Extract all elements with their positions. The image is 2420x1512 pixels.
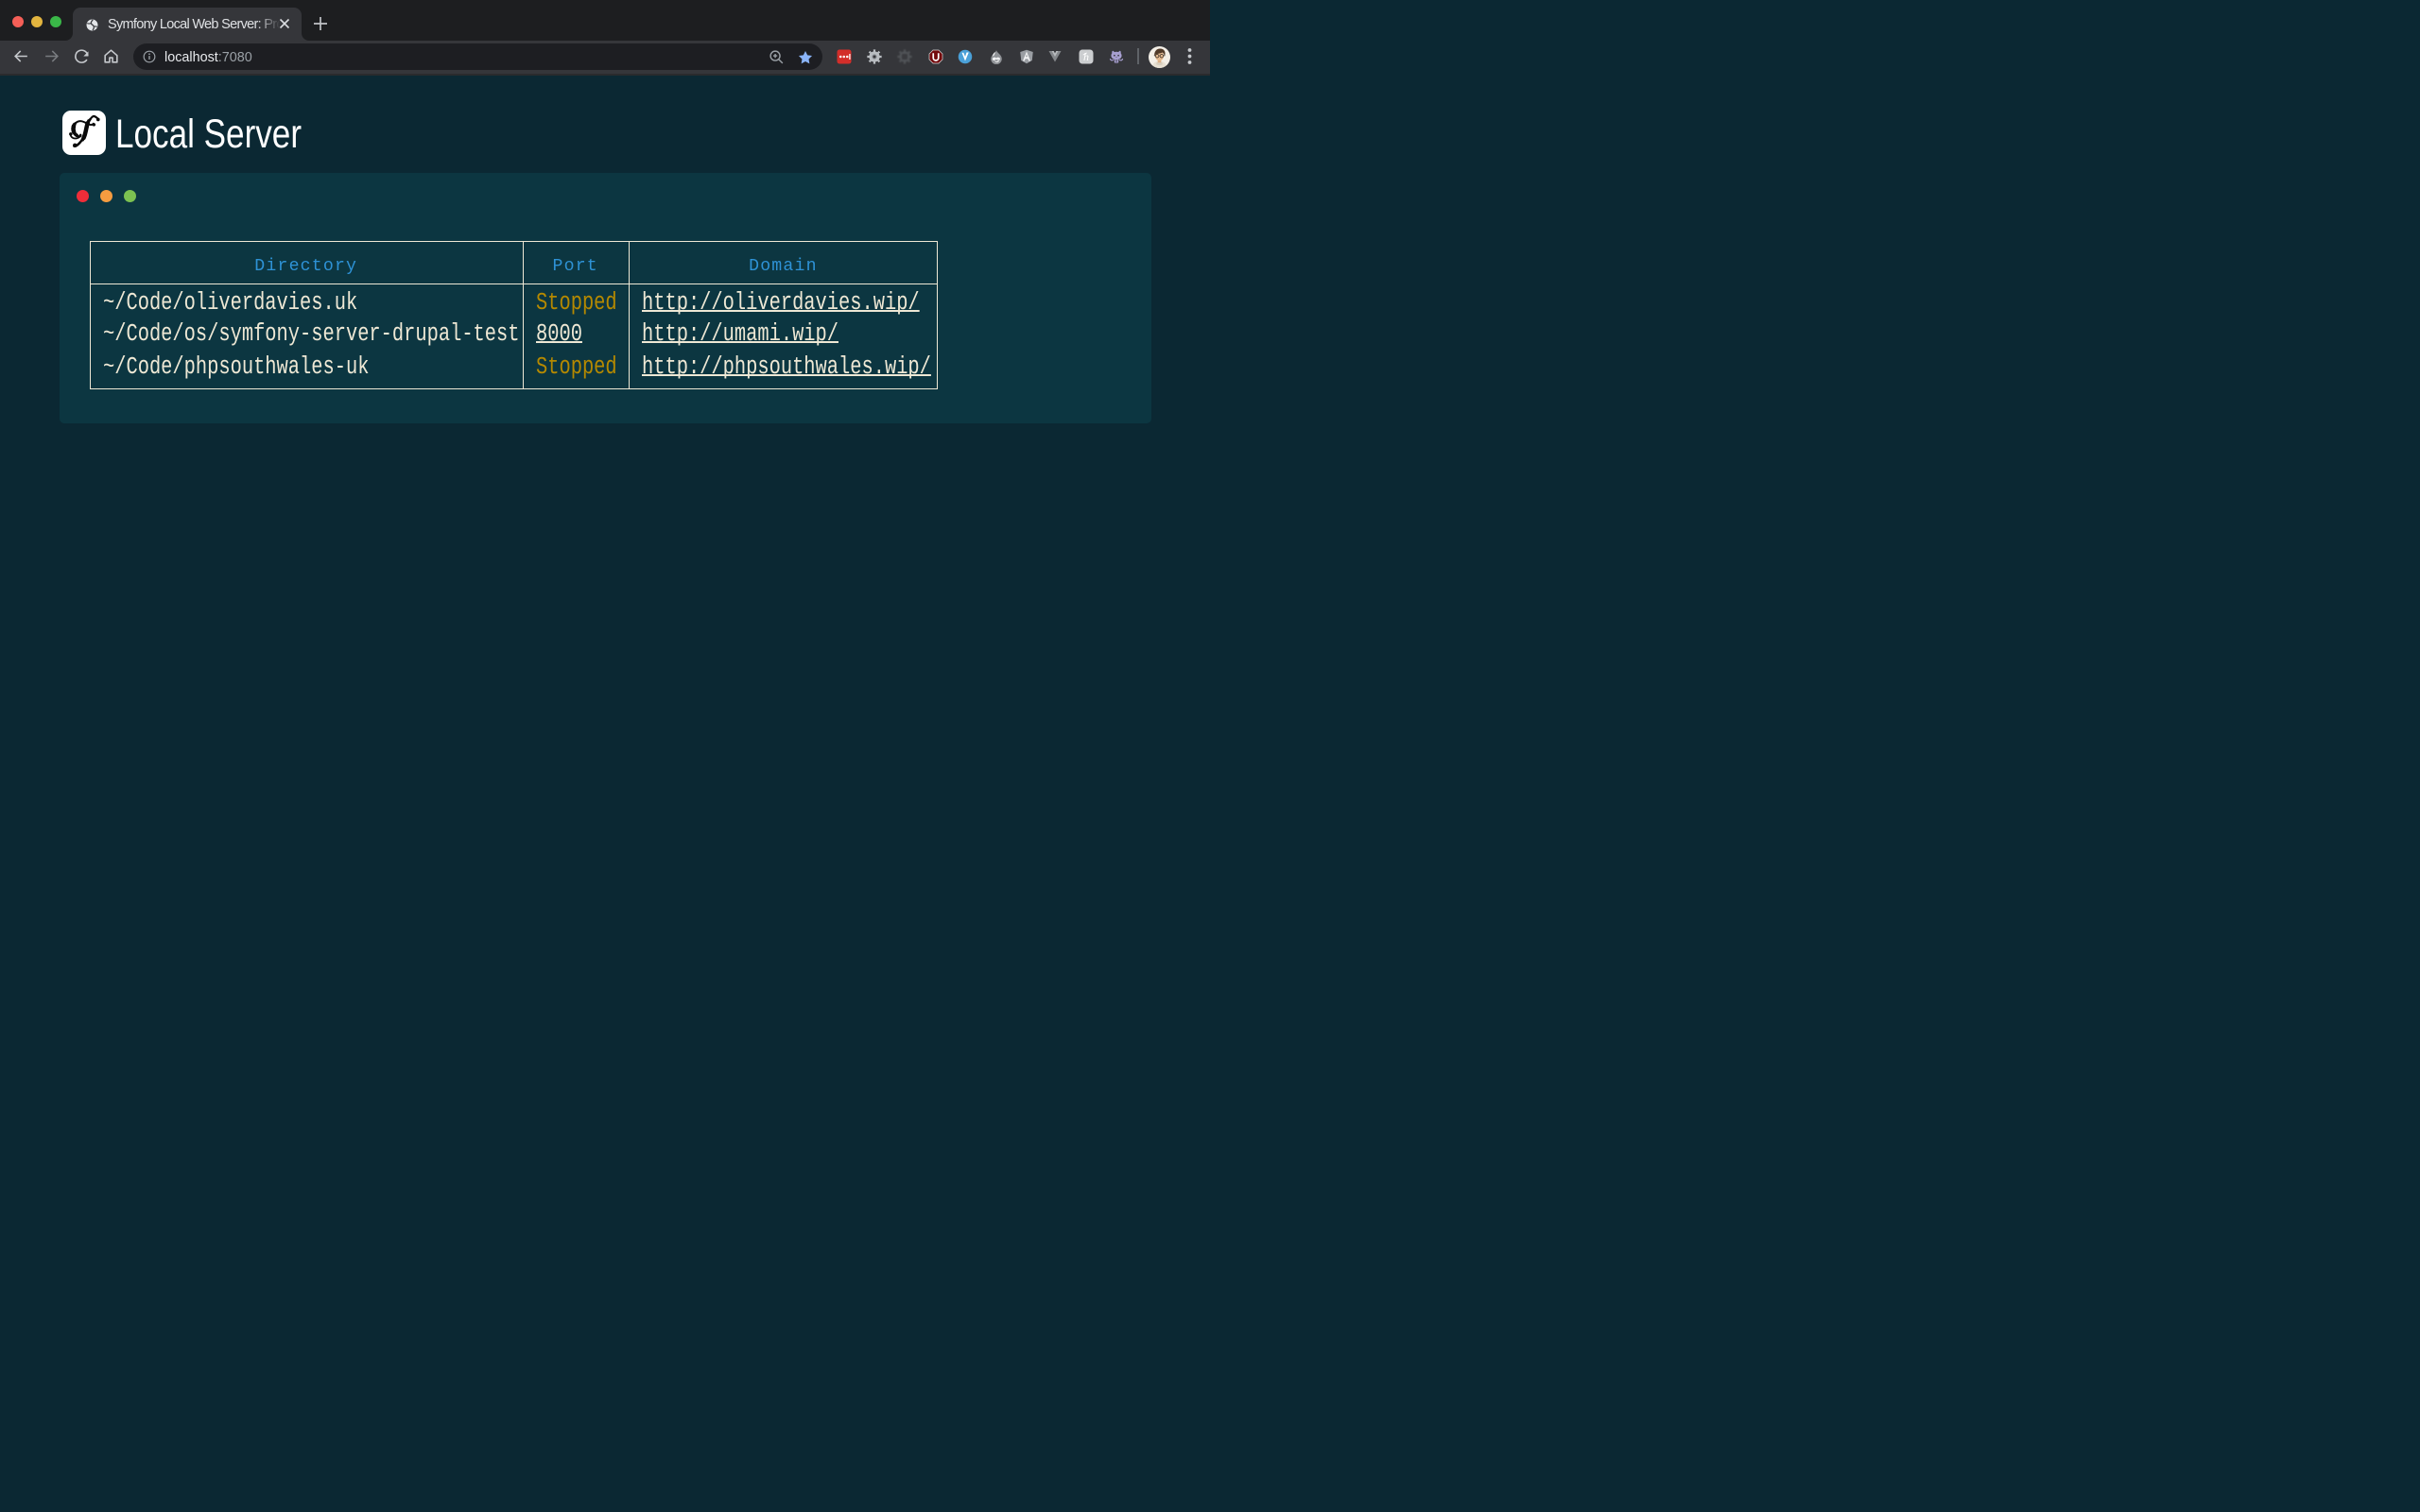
- svg-text:h: h: [1083, 50, 1089, 63]
